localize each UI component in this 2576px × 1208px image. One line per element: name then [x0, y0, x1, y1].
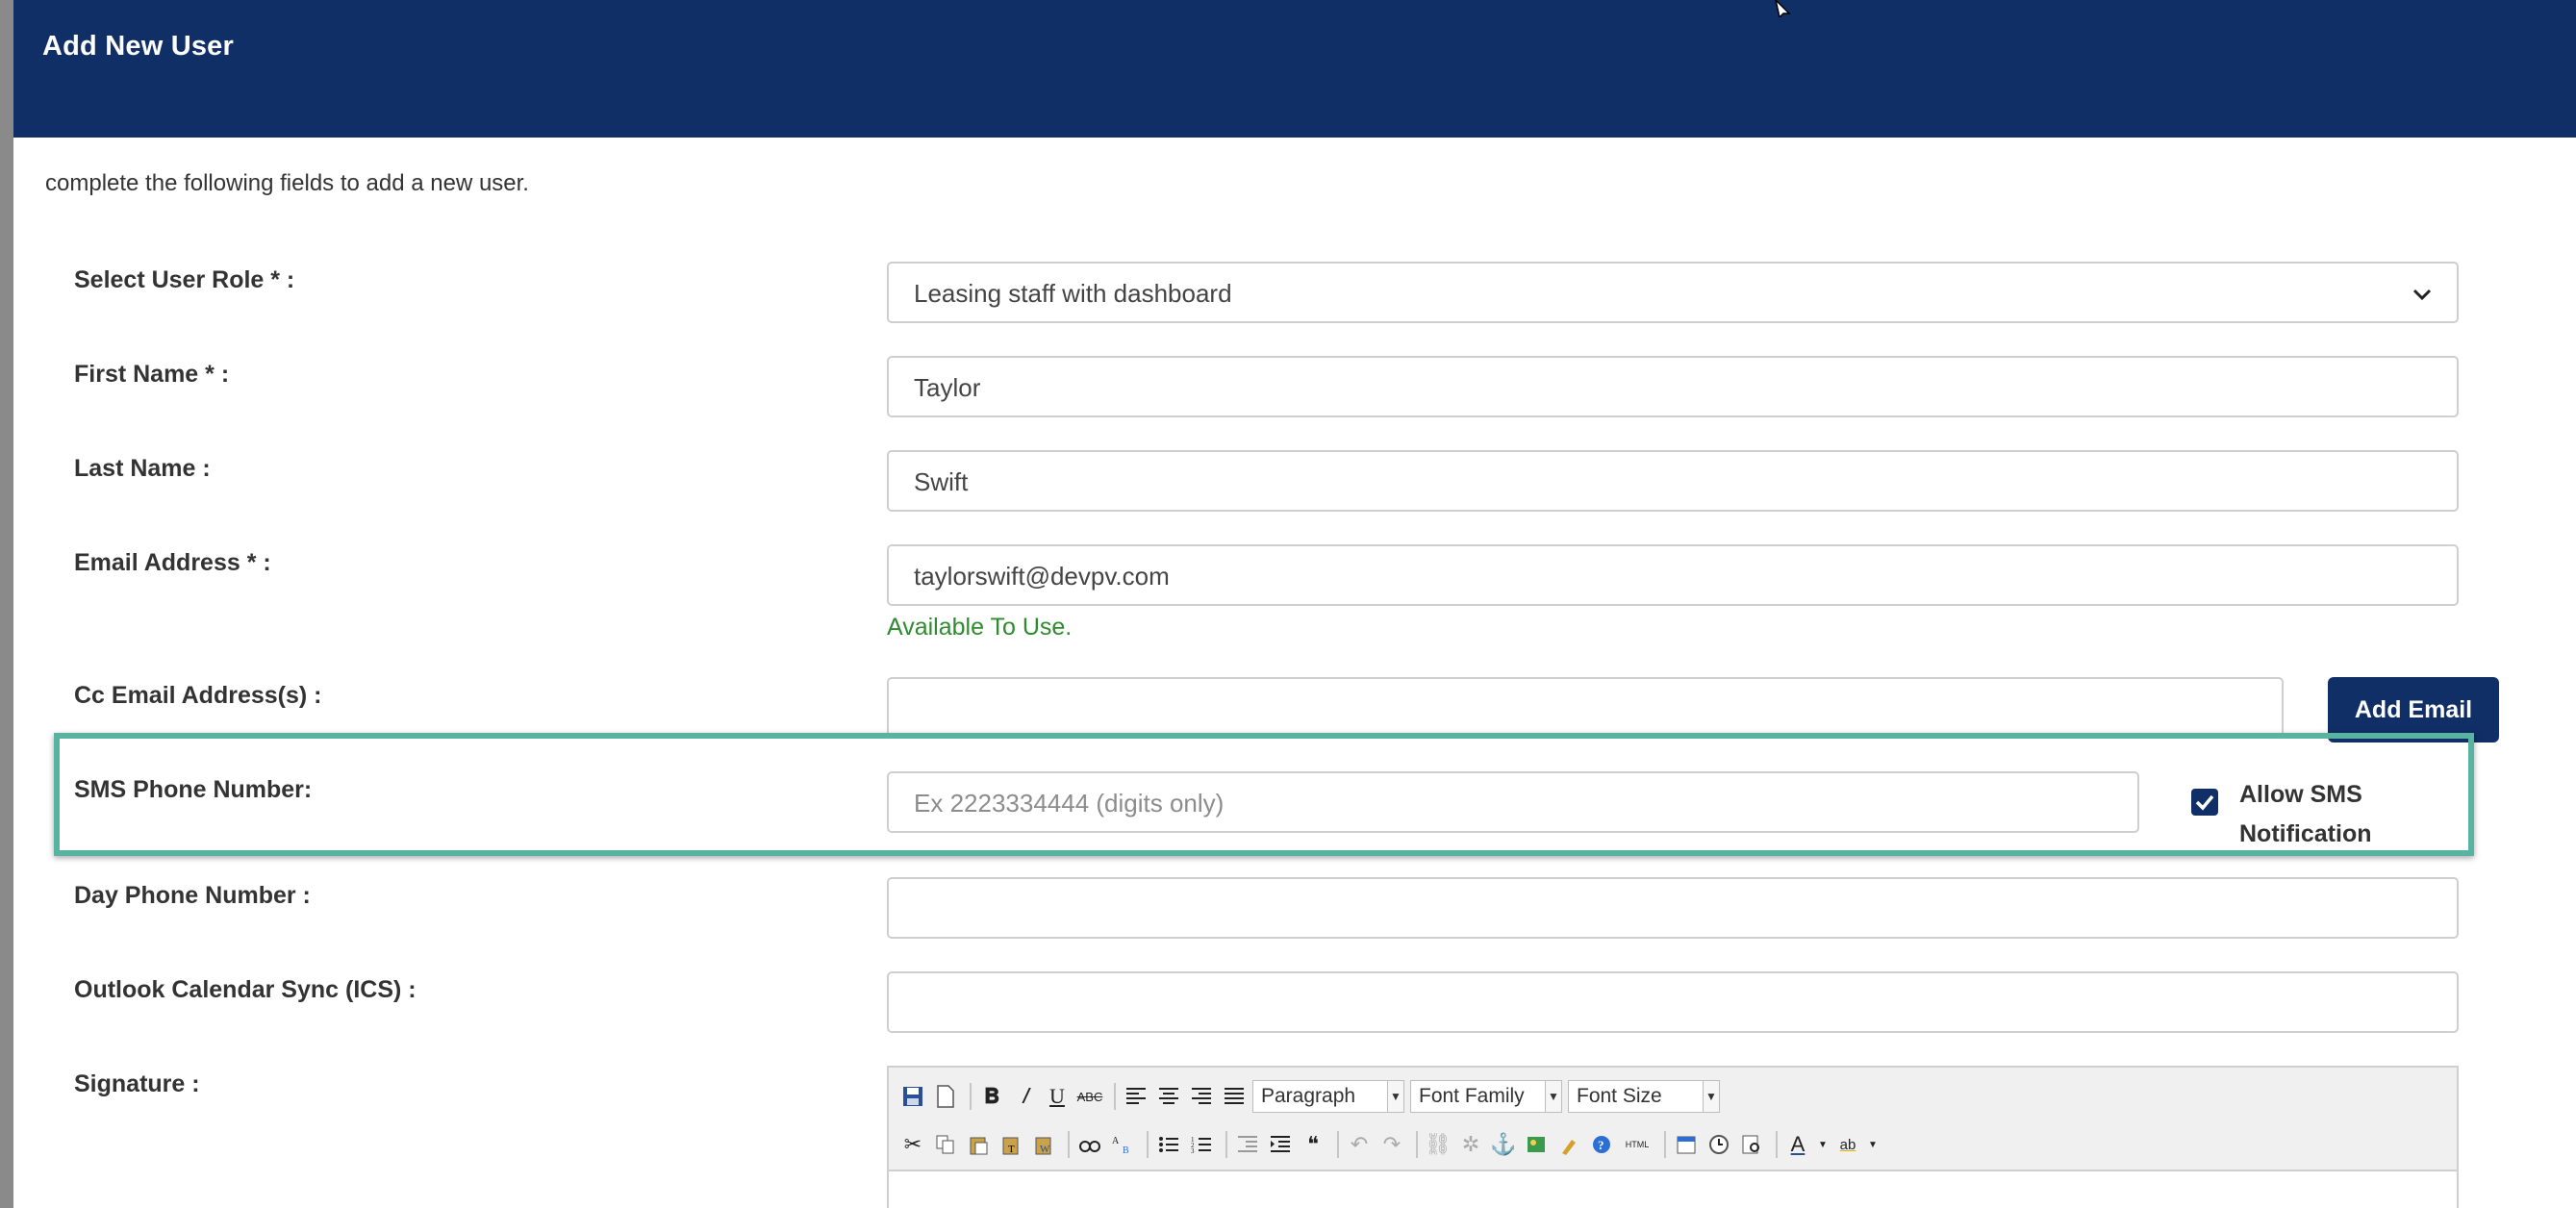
- image-icon[interactable]: [1522, 1130, 1551, 1159]
- sms-phone-label: SMS Phone Number:: [74, 776, 313, 803]
- italic-icon[interactable]: 𝐼: [1010, 1082, 1039, 1111]
- background-page: [0, 0, 13, 1208]
- align-right-icon[interactable]: [1187, 1082, 1216, 1111]
- allow-sms-checkbox[interactable]: [2191, 789, 2218, 816]
- align-left-icon[interactable]: [1122, 1082, 1150, 1111]
- unlink-icon[interactable]: ✲: [1456, 1130, 1485, 1159]
- email-availability-status: Available To Use.: [887, 614, 1073, 641]
- text-color-icon[interactable]: A: [1783, 1130, 1812, 1159]
- outdent-icon[interactable]: [1233, 1130, 1262, 1159]
- format-select-value: Paragraph: [1261, 1085, 1356, 1107]
- numbered-list-icon[interactable]: 123: [1187, 1130, 1216, 1159]
- email-field[interactable]: taylorswift@devpv.com: [887, 544, 2459, 606]
- intro-text: complete the following fields to add a n…: [45, 170, 529, 196]
- align-justify-icon[interactable]: [1220, 1082, 1249, 1111]
- svg-text:A: A: [1112, 1136, 1120, 1146]
- toolbar-separator: [1664, 1131, 1666, 1158]
- font-size-select-value: Font Size: [1577, 1085, 1662, 1107]
- cc-email-label: Cc Email Address(s) :: [74, 682, 322, 709]
- svg-text:T: T: [1008, 1144, 1015, 1155]
- highlight-color-icon[interactable]: ab: [1833, 1130, 1862, 1159]
- preview-icon[interactable]: [1737, 1130, 1766, 1159]
- copy-icon[interactable]: [931, 1130, 960, 1159]
- undo-icon[interactable]: ↶: [1345, 1130, 1374, 1159]
- last-name-field[interactable]: Swift: [887, 450, 2459, 512]
- indent-icon[interactable]: [1266, 1130, 1295, 1159]
- svg-text:3: 3: [1191, 1147, 1195, 1154]
- redo-icon[interactable]: ↷: [1377, 1130, 1406, 1159]
- font-family-select-value: Font Family: [1419, 1085, 1525, 1107]
- checkmark-icon: [2195, 794, 2214, 811]
- toolbar-separator: [1114, 1083, 1116, 1110]
- allow-sms-label: Allow SMS Notification: [2239, 781, 2372, 847]
- signature-editor: 𝐁 𝐼 U ABC Paragraph ▼ Font Family ▼ Font…: [887, 1066, 2459, 1208]
- svg-text:?: ?: [1598, 1138, 1604, 1152]
- email-value: taylorswift@devpv.com: [914, 562, 1170, 591]
- svg-text:W: W: [1040, 1144, 1050, 1155]
- last-name-value: Swift: [914, 467, 969, 496]
- bold-icon[interactable]: 𝐁: [977, 1082, 1006, 1111]
- toolbar-separator: [1416, 1131, 1418, 1158]
- bullet-list-icon[interactable]: [1154, 1130, 1183, 1159]
- signature-label: Signature :: [74, 1070, 200, 1097]
- strikethrough-icon[interactable]: ABC: [1075, 1082, 1104, 1111]
- font-size-select[interactable]: Font Size ▼: [1568, 1080, 1720, 1113]
- toolbar-separator: [970, 1083, 972, 1110]
- text-color-dropdown-icon[interactable]: ▼: [1816, 1130, 1830, 1159]
- format-select[interactable]: Paragraph ▼: [1252, 1080, 1404, 1113]
- first-name-label: First Name * :: [74, 361, 230, 388]
- signature-editor-body[interactable]: [889, 1170, 2457, 1208]
- email-label: Email Address * :: [74, 549, 271, 576]
- html-source-icon[interactable]: HTML: [1620, 1130, 1654, 1159]
- cleanup-icon[interactable]: [1554, 1130, 1583, 1159]
- anchor-icon[interactable]: ⚓: [1489, 1130, 1518, 1159]
- day-phone-label: Day Phone Number :: [74, 882, 311, 909]
- replace-icon[interactable]: AB: [1108, 1130, 1137, 1159]
- modal-title: Add New User: [42, 31, 234, 62]
- outlook-sync-field[interactable]: [887, 971, 2459, 1033]
- modal-header: Add New User: [13, 0, 2576, 138]
- toolbar-separator: [1068, 1131, 1070, 1158]
- insert-time-icon[interactable]: [1705, 1130, 1733, 1159]
- toolbar-separator: [1147, 1131, 1149, 1158]
- editor-toolbar-row-2: ✂ T W AB 123 ❝ ↶ ↷ ⛓ ✲ ⚓ ? HTML A ▼ ab ▼: [898, 1125, 1883, 1164]
- svg-text:B: B: [1123, 1145, 1129, 1155]
- help-icon[interactable]: ?: [1587, 1130, 1616, 1159]
- underline-icon[interactable]: U: [1043, 1082, 1072, 1111]
- sms-phone-field[interactable]: Ex 2223334444 (digits only): [887, 771, 2139, 833]
- day-phone-field[interactable]: [887, 877, 2459, 939]
- cc-email-field[interactable]: [887, 677, 2284, 739]
- chevron-down-icon: [2412, 289, 2432, 301]
- sms-phone-placeholder: Ex 2223334444 (digits only): [914, 789, 1225, 818]
- align-center-icon[interactable]: [1154, 1082, 1183, 1111]
- paste-word-icon[interactable]: W: [1029, 1130, 1058, 1159]
- dropdown-arrow-icon: ▼: [1703, 1081, 1719, 1112]
- first-name-value: Taylor: [914, 373, 981, 402]
- cut-icon[interactable]: ✂: [898, 1130, 927, 1159]
- highlight-color-dropdown-icon[interactable]: ▼: [1866, 1130, 1880, 1159]
- toolbar-separator: [1225, 1131, 1227, 1158]
- paste-icon[interactable]: [964, 1130, 993, 1159]
- font-family-select[interactable]: Font Family ▼: [1410, 1080, 1562, 1113]
- mouse-cursor-icon: [1775, 0, 1791, 17]
- blockquote-icon[interactable]: ❝: [1299, 1130, 1327, 1159]
- save-icon[interactable]: [898, 1082, 927, 1111]
- insert-date-icon[interactable]: [1672, 1130, 1701, 1159]
- new-document-icon[interactable]: [931, 1082, 960, 1111]
- role-label: Select User Role * :: [74, 266, 295, 293]
- toolbar-separator: [1776, 1131, 1778, 1158]
- outlook-sync-label: Outlook Calendar Sync (ICS) :: [74, 976, 417, 1003]
- link-icon[interactable]: ⛓: [1424, 1130, 1452, 1159]
- dropdown-arrow-icon: ▼: [1545, 1081, 1561, 1112]
- dropdown-arrow-icon: ▼: [1387, 1081, 1403, 1112]
- add-user-modal: Add New User complete the following fiel…: [13, 0, 2576, 1208]
- last-name-label: Last Name :: [74, 455, 211, 482]
- paste-text-icon[interactable]: T: [997, 1130, 1025, 1159]
- editor-toolbar-row-1: 𝐁 𝐼 U ABC Paragraph ▼ Font Family ▼ Font…: [898, 1077, 1726, 1116]
- user-role-select[interactable]: Leasing staff with dashboard: [887, 262, 2459, 323]
- toolbar-separator: [1337, 1131, 1339, 1158]
- find-icon[interactable]: [1075, 1130, 1104, 1159]
- first-name-field[interactable]: Taylor: [887, 356, 2459, 417]
- user-role-value: Leasing staff with dashboard: [914, 279, 1232, 308]
